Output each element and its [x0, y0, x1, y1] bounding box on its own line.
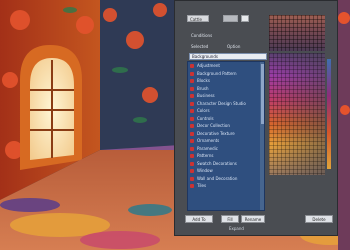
list-item-label: Controls	[197, 115, 214, 121]
bullet-icon	[190, 101, 194, 106]
list-item-label: Patterns	[197, 153, 214, 158]
fill-button[interactable]: Fill	[221, 215, 239, 223]
list-item-label: Blocks	[197, 78, 210, 83]
bullet-icon	[190, 146, 194, 151]
category-list[interactable]: Adjustment Background Pattern Blocks Brush B…	[187, 61, 265, 211]
list-item-label: Tiles	[197, 183, 207, 188]
list-item-label: Business	[197, 93, 215, 98]
list-item[interactable]: Decorative Texture	[188, 130, 264, 138]
list-scrollbar[interactable]	[260, 62, 264, 210]
bullet-icon	[190, 176, 194, 181]
list-item-label: Ornaments	[197, 138, 220, 143]
selected-label: Selected	[191, 44, 209, 49]
list-item[interactable]: Tiles	[188, 182, 264, 190]
bullet-icon	[190, 154, 194, 158]
bullet-icon	[190, 184, 194, 188]
bullet-icon	[190, 71, 194, 76]
list-item[interactable]: Decor Collection	[188, 122, 264, 130]
toolbar-button[interactable]	[241, 15, 249, 22]
list-item[interactable]: Controls	[188, 115, 264, 123]
list-item[interactable]: Business	[188, 92, 264, 100]
list-item[interactable]: Window	[188, 167, 264, 175]
list-item[interactable]: Patterns	[188, 152, 264, 160]
list-item-label: Window	[197, 168, 213, 173]
list-item-label: Brush	[197, 85, 209, 91]
footer-label: Expand	[229, 226, 244, 231]
list-item-label: Paramedic	[197, 145, 218, 151]
toolbar-field-1[interactable]: Cattle	[187, 15, 209, 22]
list-item[interactable]: Adjustment	[188, 62, 264, 70]
add-to-button[interactable]: Add To	[185, 215, 213, 223]
category-combo[interactable]: Backgrounds	[189, 53, 267, 60]
bullet-icon	[190, 169, 194, 173]
list-item[interactable]: Paramedic	[188, 145, 264, 153]
left-panel: Conditions Selected Option Backgrounds A…	[187, 23, 267, 218]
scrollbar-thumb[interactable]	[261, 64, 264, 124]
bullet-icon	[190, 79, 194, 83]
list-item-label: Swatch Decorations	[197, 160, 237, 166]
bullet-icon	[190, 86, 194, 91]
list-item[interactable]: Ornaments	[188, 137, 264, 145]
bullet-icon	[190, 94, 194, 98]
swatch-grid[interactable]	[269, 15, 325, 51]
list-item-label: Adjustment	[197, 63, 220, 68]
list-item[interactable]: Wall and Decoration	[188, 175, 264, 183]
bullet-icon	[190, 116, 194, 121]
list-item[interactable]: Character Design Studio	[188, 100, 264, 108]
list-item[interactable]: Background Pattern	[188, 70, 264, 78]
bullet-icon	[190, 161, 194, 166]
rename-button[interactable]: Rename	[241, 215, 265, 223]
bottom-buttons: Add To Fill Rename Delete	[185, 215, 333, 224]
bullet-icon	[190, 64, 194, 68]
conditions-label: Conditions	[191, 33, 213, 38]
list-item-label: Background Pattern	[197, 70, 237, 76]
hue-slider[interactable]	[327, 59, 331, 169]
bullet-icon	[190, 131, 194, 136]
bullet-icon	[190, 139, 194, 143]
palette-dialog: Cattle Conditions Selected Option Backgr…	[174, 0, 338, 236]
option-label: Option	[227, 44, 241, 49]
color-spectrum[interactable]	[269, 53, 325, 175]
list-item-label: Character Design Studio	[197, 100, 246, 106]
toolbar-field-2[interactable]	[223, 15, 238, 22]
list-item-label: Colors	[197, 108, 210, 113]
bullet-icon	[190, 109, 194, 113]
list-item[interactable]: Swatch Decorations	[188, 160, 264, 168]
list-item[interactable]: Colors	[188, 107, 264, 115]
list-item-label: Decor Collection	[197, 123, 230, 128]
delete-button[interactable]: Delete	[305, 215, 333, 223]
list-item[interactable]: Blocks	[188, 77, 264, 85]
list-item[interactable]: Brush	[188, 85, 264, 93]
list-item-label: Decorative Texture	[197, 130, 235, 136]
bullet-icon	[190, 124, 194, 128]
list-item-label: Wall and Decoration	[197, 175, 238, 181]
